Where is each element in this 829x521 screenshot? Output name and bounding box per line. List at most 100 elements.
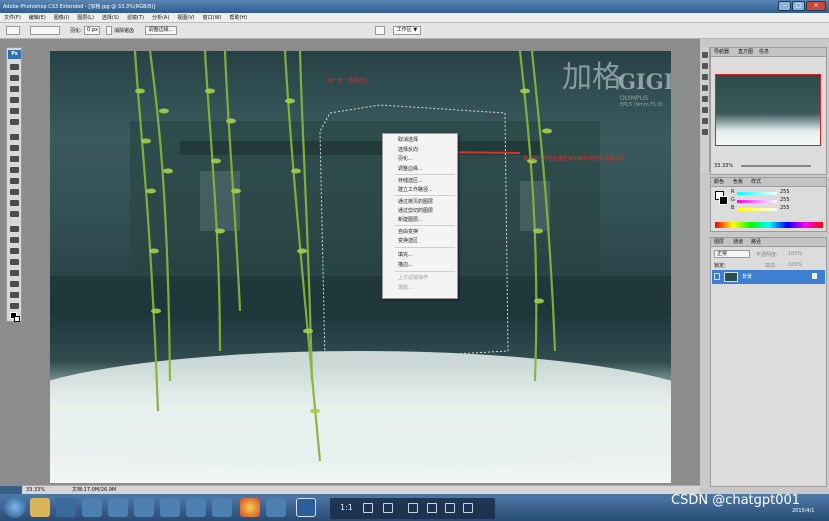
tab-histogram[interactable]: 直方图 (738, 48, 753, 57)
tab-layers[interactable]: 图层 (714, 238, 724, 247)
blend-mode-select[interactable]: 正常 (714, 250, 750, 258)
photoshop-taskbar-icon[interactable] (296, 498, 316, 517)
antialias-checkbox[interactable] (106, 26, 112, 35)
menu-window[interactable]: 窗口(W) (203, 14, 222, 21)
clone-source-icon[interactable] (702, 107, 708, 113)
color-spectrum-bar[interactable] (715, 222, 823, 228)
context-menu-new-layer[interactable]: 新建图层... (398, 217, 423, 223)
brushes-icon[interactable] (702, 74, 708, 80)
hand-tool-icon[interactable] (10, 292, 19, 298)
tab-info[interactable]: 信息 (759, 48, 769, 57)
menu-help[interactable]: 帮助(H) (229, 14, 247, 21)
layer-name[interactable]: 背景 (742, 273, 752, 280)
feather-input[interactable]: 0 px (84, 26, 100, 35)
minimize-button[interactable]: – (778, 1, 791, 11)
save-icon[interactable] (408, 503, 418, 513)
color-g-value[interactable]: 255 (780, 197, 790, 203)
context-menu-feather[interactable]: 羽化... (398, 156, 413, 162)
context-menu-layer-via-copy[interactable]: 通过拷贝的图层 (398, 199, 433, 205)
navigator-thumbnail[interactable] (715, 74, 821, 146)
opacity-value[interactable]: 100% (788, 251, 802, 257)
color-b-value[interactable]: 255 (780, 205, 790, 211)
menu-edit[interactable]: 编辑(E) (29, 14, 46, 21)
chrome-taskbar-icon[interactable] (240, 498, 260, 517)
tab-styles[interactable]: 样式 (751, 178, 761, 187)
fit-icon[interactable] (363, 503, 373, 513)
shape-tool-icon[interactable] (10, 259, 19, 265)
start-button-icon[interactable] (4, 496, 26, 518)
tab-navigator[interactable]: 导航器 (714, 48, 729, 57)
context-menu-deselect[interactable]: 取消选择 (398, 137, 418, 143)
menu-view[interactable]: 视图(V) (177, 14, 194, 21)
document-canvas[interactable]: 加格 GIGI OLYMPUS EPL5 (9mm F1.8) 第一步：选择选区… (50, 51, 671, 483)
explorer-taskbar-icon[interactable] (30, 498, 50, 517)
tab-swatches[interactable]: 色板 (733, 178, 743, 187)
context-menu-free-transform[interactable]: 自由变换 (398, 229, 418, 235)
bridge-icon[interactable] (375, 26, 385, 35)
workspace-button[interactable]: 工作区 ▼ (393, 26, 421, 35)
tab-color[interactable]: 颜色 (714, 178, 724, 187)
context-menu-refine-edge[interactable]: 调整边缘... (398, 166, 423, 172)
path-selection-tool-icon[interactable] (10, 248, 19, 254)
tab-channels[interactable]: 通道 (733, 238, 743, 247)
like-icon[interactable] (463, 503, 473, 513)
fill-value[interactable]: 100% (788, 262, 802, 268)
app-taskbar-icon[interactable] (266, 498, 286, 517)
dock-actual-size[interactable]: 1:1 (340, 503, 353, 512)
menu-file[interactable]: 文件(F) (4, 14, 21, 21)
slice-tool-icon[interactable] (10, 119, 19, 125)
context-menu-make-work-path[interactable]: 建立工作路径... (398, 187, 433, 193)
character-icon[interactable] (702, 118, 708, 124)
layer-row-background[interactable]: 背景 (712, 270, 825, 284)
tool-preset-picker[interactable] (6, 26, 20, 35)
pen-tool-icon[interactable] (10, 226, 19, 232)
color-bg-swatch[interactable] (719, 196, 728, 205)
navigator-zoom[interactable]: 33.33% (714, 163, 733, 169)
menu-analysis[interactable]: 分析(A) (152, 14, 169, 21)
tab-paths[interactable]: 路径 (751, 238, 761, 247)
app-taskbar-icon[interactable] (108, 498, 128, 517)
menu-select[interactable]: 选择(S) (102, 14, 119, 21)
eyedropper-tool-icon[interactable] (10, 281, 19, 287)
app-taskbar-icon[interactable] (160, 498, 180, 517)
app-taskbar-icon[interactable] (186, 498, 206, 517)
rotate-icon[interactable] (383, 503, 393, 513)
notes-tool-icon[interactable] (10, 270, 19, 276)
magic-wand-tool-icon[interactable] (10, 97, 19, 103)
maximize-button[interactable]: □ (792, 1, 805, 11)
crop-tool-icon[interactable] (10, 108, 19, 114)
dodge-tool-icon[interactable] (10, 211, 19, 217)
browser-taskbar-icon[interactable] (82, 498, 102, 517)
context-menu-save-selection[interactable]: 存储选区... (398, 178, 423, 184)
print-icon[interactable] (445, 503, 455, 513)
selection-mode-icons[interactable] (30, 26, 60, 35)
healing-brush-tool-icon[interactable] (10, 134, 19, 140)
tool-presets-icon[interactable] (702, 85, 708, 91)
context-menu-stroke[interactable]: 描边... (398, 262, 413, 268)
history-brush-tool-icon[interactable] (10, 167, 19, 173)
copy-icon[interactable] (427, 503, 437, 513)
eraser-tool-icon[interactable] (10, 178, 19, 184)
window-titlebar[interactable]: Adobe Photoshop CS3 Extended - [加格.jpg @… (0, 0, 829, 13)
color-b-slider[interactable] (737, 208, 777, 211)
status-zoom[interactable]: 33.33% (26, 486, 45, 494)
color-g-slider[interactable] (737, 200, 777, 203)
menu-layer[interactable]: 图层(L) (77, 14, 94, 21)
actions-icon[interactable] (702, 63, 708, 69)
color-r-value[interactable]: 255 (780, 189, 790, 195)
refine-edge-button[interactable]: 调整边缘... (145, 26, 177, 35)
blur-tool-icon[interactable] (10, 200, 19, 206)
context-menu-select-inverse[interactable]: 选择反向 (398, 147, 418, 153)
layer-comps-icon[interactable] (702, 96, 708, 102)
zoom-tool-icon[interactable] (10, 303, 19, 309)
close-button[interactable]: × (806, 1, 826, 11)
menu-filter[interactable]: 滤镜(T) (127, 14, 144, 21)
context-menu-fill[interactable]: 填充... (398, 252, 413, 258)
clone-stamp-tool-icon[interactable] (10, 156, 19, 162)
cloud-taskbar-icon[interactable] (212, 498, 232, 517)
move-tool-icon[interactable] (10, 64, 19, 70)
history-icon[interactable] (702, 52, 708, 58)
navigator-zoom-slider[interactable] (741, 165, 811, 167)
lasso-tool-icon[interactable] (10, 86, 19, 92)
context-menu-layer-via-cut[interactable]: 通过剪切的图层 (398, 208, 433, 214)
